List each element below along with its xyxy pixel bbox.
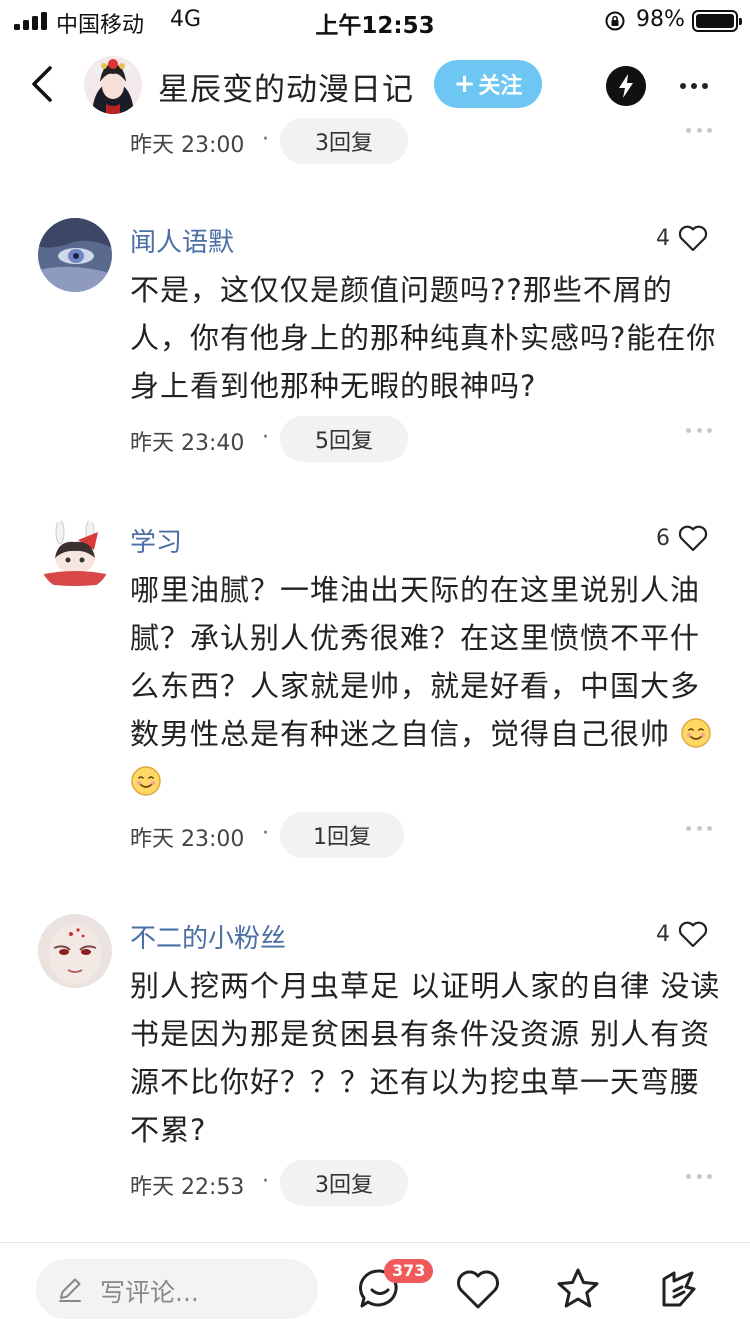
comment-text: 不是，这仅仅是颜值问题吗??那些不屑的人，你有他身上的那种纯真朴实感吗?能在你身… — [130, 273, 717, 403]
user-avatar[interactable] — [38, 218, 112, 292]
more-options-icon[interactable] — [676, 68, 712, 104]
author-avatar[interactable] — [84, 56, 142, 114]
user-avatar[interactable] — [38, 518, 112, 592]
comment-more-icon[interactable] — [686, 826, 712, 834]
share-icon[interactable] — [654, 1265, 702, 1313]
comment-more-icon[interactable] — [686, 128, 712, 136]
reply-count-button[interactable]: 5回复 — [280, 416, 408, 462]
follow-label: 关注 — [478, 74, 523, 99]
comment-more-icon[interactable] — [686, 428, 712, 436]
status-bar: 中国移动 4G 上午12:53 98% — [0, 0, 750, 42]
reply-count-button[interactable]: 1回复 — [280, 812, 404, 858]
comment-date: 昨天 22:53 — [130, 1175, 245, 1200]
like-count: 4 — [656, 225, 670, 251]
lightning-icon[interactable] — [606, 66, 646, 106]
comment-text: 哪里油腻？一堆油出天际的在这里说别人油腻？承认别人优秀很难？在这里愤愤不平什么东… — [130, 566, 725, 806]
heart-icon — [678, 225, 708, 252]
like-group[interactable]: 4 — [656, 220, 708, 256]
comment-placeholder: 写评论... — [100, 1278, 199, 1307]
smile-emoji-icon — [131, 766, 161, 796]
user-name[interactable]: 学习 — [130, 522, 182, 559]
meta-separator: · — [262, 821, 269, 846]
back-arrow-icon[interactable] — [22, 62, 66, 106]
comment-date: 昨天 23:00 — [130, 133, 245, 158]
reply-count-button[interactable]: 3回复 — [280, 1160, 408, 1206]
follow-button[interactable]: + 关注 — [434, 60, 542, 108]
pencil-icon — [59, 1278, 81, 1302]
smile-emoji-icon — [681, 718, 711, 748]
nav-header: 星辰变的动漫日记 + 关注 — [0, 44, 750, 126]
rotation-lock-icon — [605, 11, 625, 31]
plus-icon: + — [453, 69, 476, 99]
bottom-action-bar: 写评论... 373 — [0, 1242, 750, 1334]
comment-input[interactable]: 写评论... — [36, 1259, 318, 1319]
comment-date: 昨天 23:00 — [130, 827, 245, 852]
battery-icon — [692, 10, 742, 32]
heart-icon — [678, 525, 708, 552]
like-group[interactable]: 4 — [656, 916, 708, 952]
comment-count-badge: 373 — [384, 1259, 434, 1283]
like-count: 4 — [656, 921, 670, 947]
comment-date: 昨天 23:40 — [130, 431, 245, 456]
comment-meta: 昨天 23:40 · 5回复 — [130, 416, 730, 464]
page-title: 星辰变的动漫日记 — [158, 72, 414, 108]
comment-meta: 昨天 22:53 · 3回复 — [130, 1160, 730, 1208]
comment-meta: 昨天 23:00 · 3回复 — [130, 118, 730, 166]
like-count: 6 — [656, 525, 670, 551]
meta-separator: · — [262, 425, 269, 450]
like-group[interactable]: 6 — [656, 520, 708, 556]
user-name[interactable]: 闻人语默 — [130, 222, 234, 259]
like-icon[interactable] — [454, 1265, 502, 1313]
comment-meta: 昨天 23:00 · 1回复 — [130, 812, 730, 860]
comment-more-icon[interactable] — [686, 1174, 712, 1182]
comment-text-body: 哪里油腻？一堆油出天际的在这里说别人油腻？承认别人优秀很难？在这里愤愤不平什么东… — [130, 573, 701, 751]
heart-icon — [678, 921, 708, 948]
meta-separator: · — [262, 1169, 269, 1194]
favorite-star-icon[interactable] — [554, 1265, 602, 1313]
user-name[interactable]: 不二的小粉丝 — [130, 918, 286, 955]
meta-separator: · — [262, 127, 269, 152]
comment-text: 别人挖两个月虫草足 以证明人家的自律 没读书是因为那是贫困县有条件没资源 别人有… — [130, 969, 721, 1147]
battery-percent: 98% — [636, 7, 685, 32]
reply-count-button[interactable]: 3回复 — [280, 118, 408, 164]
user-avatar[interactable] — [38, 914, 112, 988]
